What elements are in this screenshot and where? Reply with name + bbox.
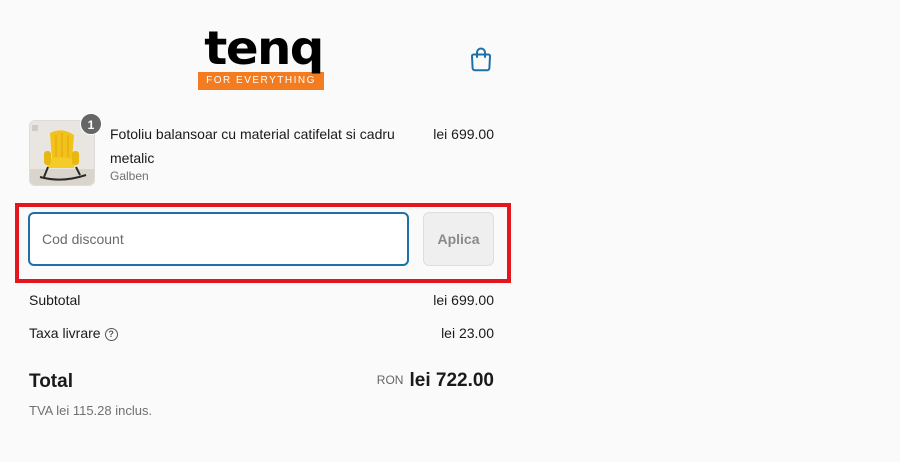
brand-logo-wordmark: tenq	[204, 21, 324, 75]
total-amount: RON lei 722.00	[377, 370, 494, 392]
cart-line-item: 1 Fotoliu balansoar cu material catifela…	[29, 113, 494, 190]
shipping-label: Taxa livrare	[29, 325, 101, 341]
apply-discount-button[interactable]: Aplica	[423, 212, 494, 266]
total-label: Total	[29, 371, 73, 392]
product-title: Fotoliu balansoar cu material catifelat …	[110, 126, 395, 166]
discount-code-input[interactable]	[28, 212, 409, 266]
currency-code: RON	[376, 373, 404, 387]
shopping-bag-icon[interactable]	[469, 46, 493, 72]
brand-logo[interactable]: tenq FOR EVERYTHING	[198, 25, 324, 90]
subtotal-value: lei 699.00	[433, 292, 494, 308]
vat-note: TVA lei 115.28 inclus.	[29, 403, 153, 418]
shipping-value: lei 23.00	[441, 325, 494, 341]
subtotal-row: Subtotal lei 699.00	[29, 292, 494, 308]
subtotal-label: Subtotal	[29, 292, 81, 308]
quantity-badge: 1	[80, 113, 102, 135]
product-variant: Galben	[110, 169, 149, 183]
total-value: lei 722.00	[409, 370, 494, 391]
question-circle-icon[interactable]: ?	[104, 328, 118, 341]
shipping-row: Taxa livrare? lei 23.00	[29, 325, 494, 341]
product-price: lei 699.00	[433, 126, 494, 142]
